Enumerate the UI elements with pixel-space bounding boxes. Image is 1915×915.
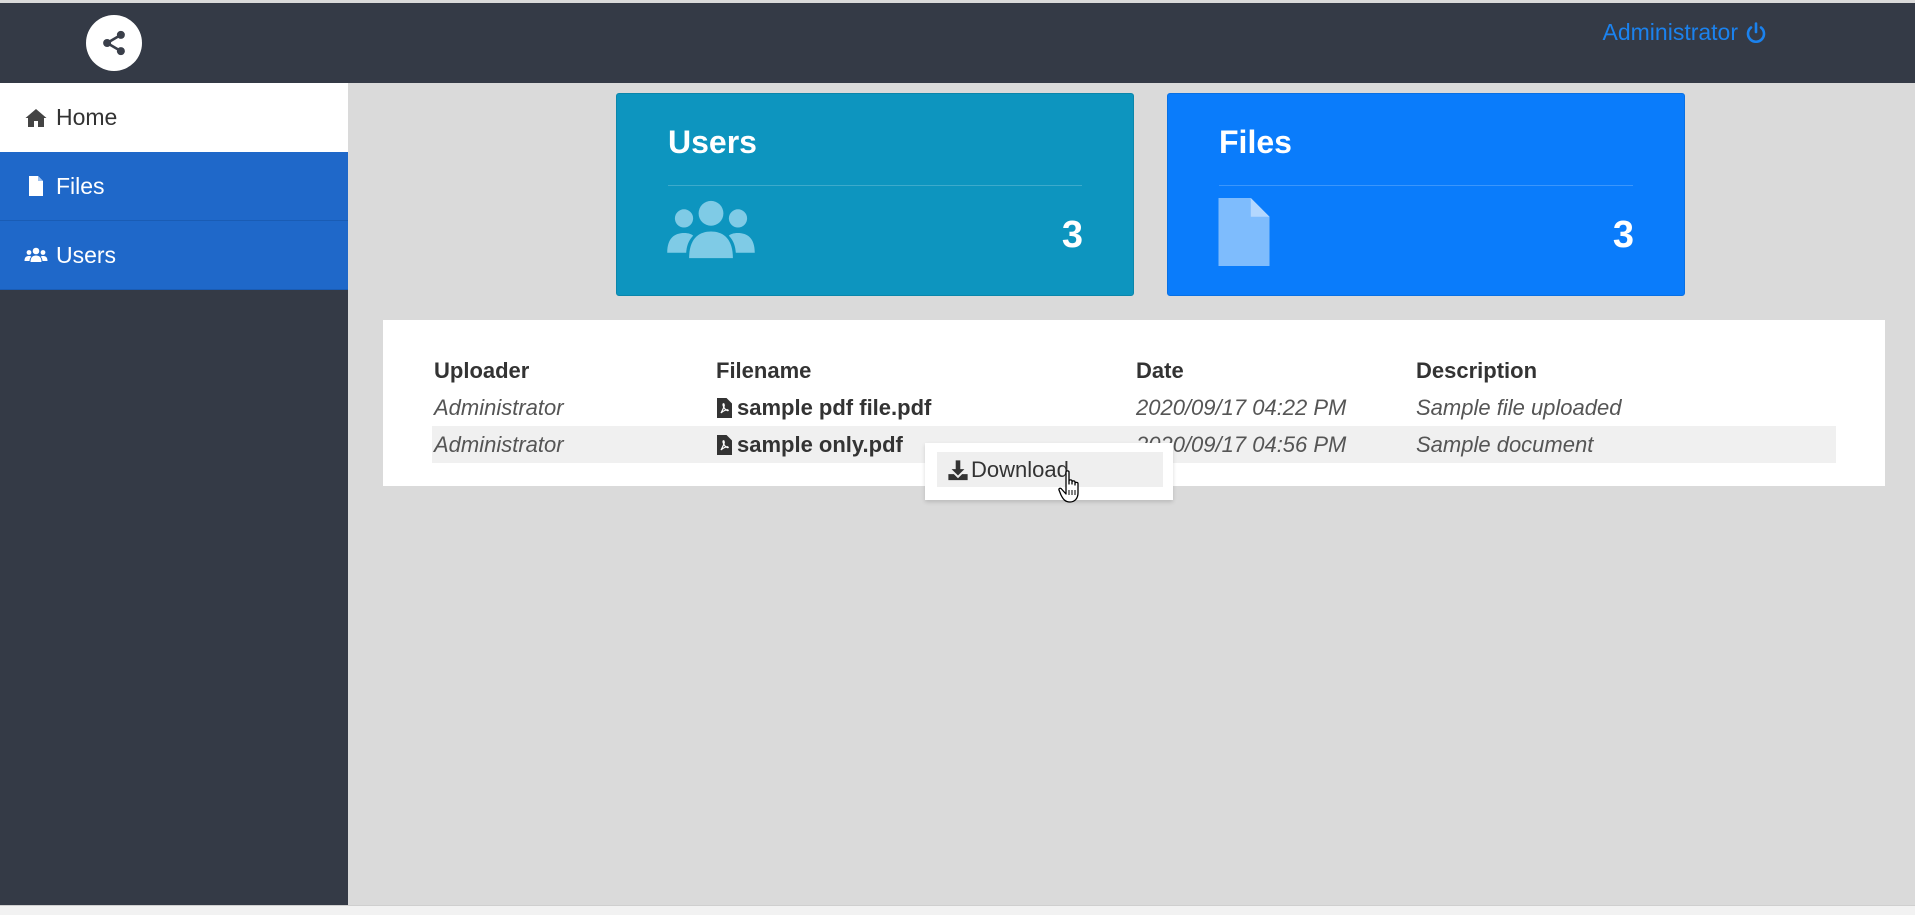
file-context-menu: Download <box>925 443 1173 500</box>
users-icon <box>24 247 48 262</box>
date-cell: 2020/09/17 04:22 PM <box>1136 394 1347 420</box>
card-title: Files <box>1219 124 1292 160</box>
divider <box>668 185 1082 186</box>
logo[interactable] <box>86 15 142 71</box>
pdf-file-icon <box>717 397 732 418</box>
user-name[interactable]: Administrator <box>1603 19 1738 46</box>
sidebar-item-label: Home <box>56 104 118 130</box>
column-header-description[interactable]: Description <box>1414 353 1836 389</box>
filename-text[interactable]: sample only.pdf <box>737 432 903 457</box>
filename-cell[interactable]: sample pdf file.pdf <box>714 389 1134 426</box>
column-header-filename[interactable]: Filename <box>714 353 1134 389</box>
share-icon <box>103 30 125 56</box>
pdf-file-icon <box>717 434 732 455</box>
column-header-uploader[interactable]: Uploader <box>432 353 714 389</box>
card-title: Users <box>668 124 757 160</box>
users-card[interactable]: Users 3 <box>616 93 1134 296</box>
divider <box>1219 185 1633 186</box>
hand-cursor-icon <box>1058 470 1079 503</box>
top-navbar: Administrator <box>0 3 1915 83</box>
table-header-row: Uploader Filename Date Description <box>432 353 1836 389</box>
sidebar: Home Files Users <box>0 83 348 905</box>
home-icon <box>25 108 47 127</box>
column-header-date[interactable]: Date <box>1134 353 1414 389</box>
date-cell: 2020/09/17 04:56 PM <box>1136 431 1347 457</box>
description-cell: Sample file uploaded <box>1416 394 1622 420</box>
download-icon <box>948 459 968 480</box>
download-label[interactable]: Download <box>971 457 1069 483</box>
power-icon[interactable] <box>1744 21 1768 45</box>
files-card[interactable]: Files 3 <box>1167 93 1685 296</box>
sidebar-item-label: Files <box>56 172 105 199</box>
window-bottom-edge <box>0 905 1915 915</box>
description-cell: Sample document <box>1416 431 1594 457</box>
uploader-cell: Administrator <box>434 431 564 457</box>
files-count: 3 <box>1612 214 1634 256</box>
download-menu-item[interactable]: Download <box>937 452 1163 487</box>
users-count: 3 <box>1061 214 1083 256</box>
sidebar-item-users[interactable]: Users <box>0 221 348 290</box>
sidebar-item-home[interactable]: Home <box>0 83 348 152</box>
users-icon <box>667 198 755 265</box>
file-icon <box>1218 198 1270 271</box>
filename-text[interactable]: sample pdf file.pdf <box>737 395 931 420</box>
uploader-cell: Administrator <box>434 394 564 420</box>
sidebar-item-files[interactable]: Files <box>0 152 348 221</box>
table-row[interactable]: Administrator sample pdf file.pdf 2020/0… <box>432 389 1836 426</box>
user-menu[interactable]: Administrator <box>1603 19 1768 46</box>
file-icon <box>29 176 43 196</box>
sidebar-item-label: Users <box>56 241 117 268</box>
